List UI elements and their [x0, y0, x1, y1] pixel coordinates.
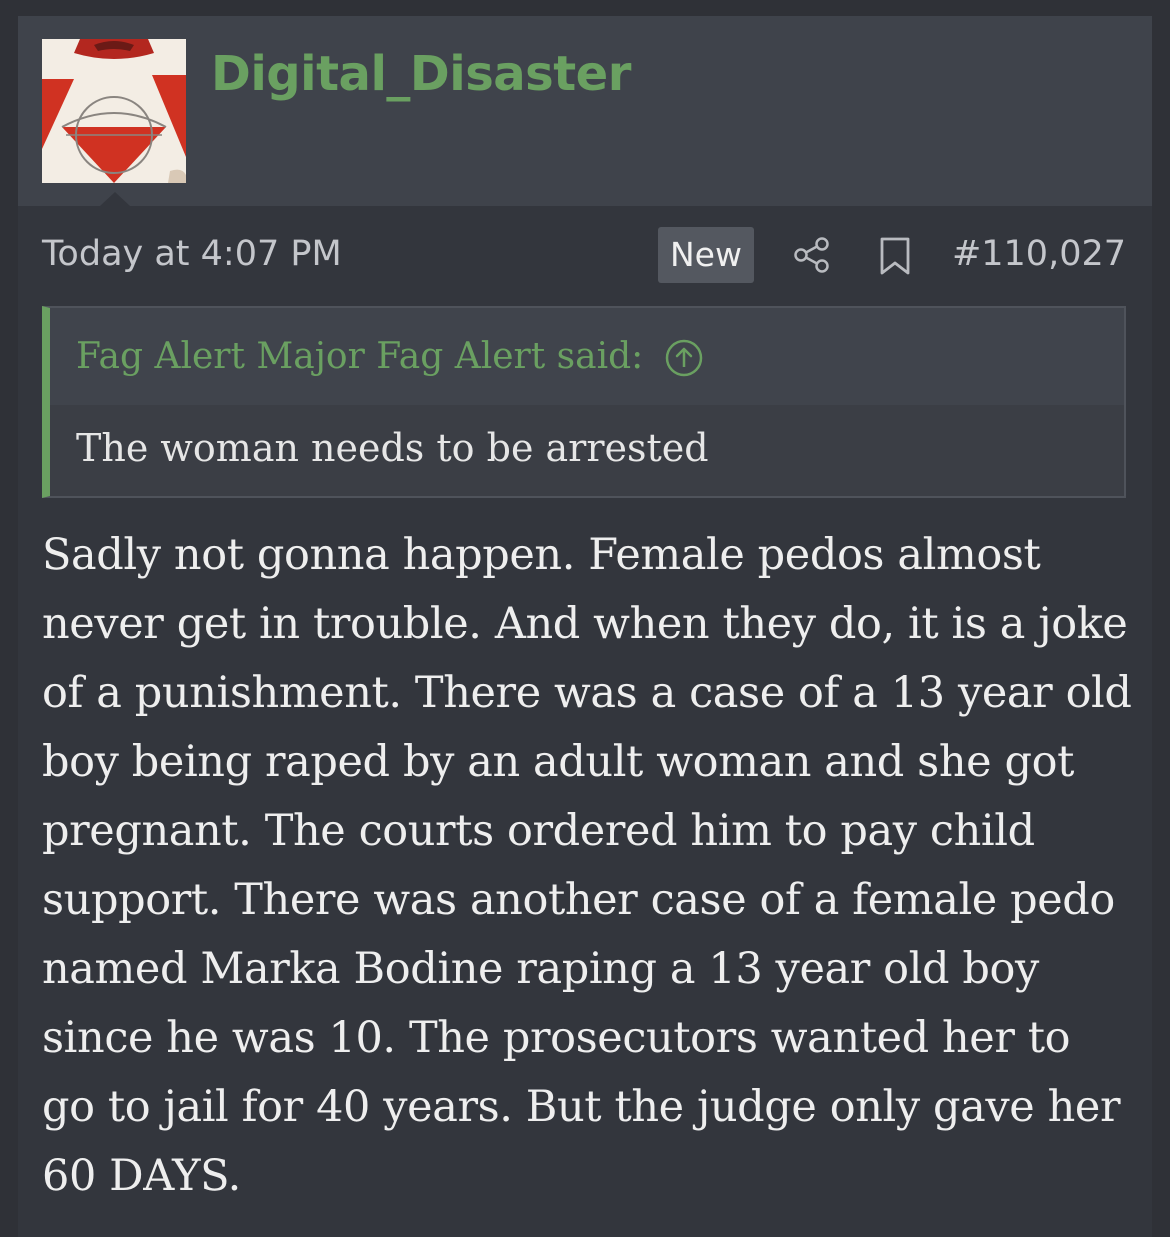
quote-text: The woman needs to be arrested	[76, 426, 709, 470]
post-meta-row: Today at 4:07 PM New #110,027	[18, 206, 1152, 306]
forum-post: Digital_Disaster Today at 4:07 PM New #1…	[18, 16, 1152, 1237]
quote-block: Fag Alert Major Fag Alert said: The woma…	[42, 306, 1126, 498]
quote-author-link[interactable]: Fag Alert Major Fag Alert said:	[76, 336, 643, 377]
bookmark-icon[interactable]	[878, 236, 912, 276]
arrow-up-circle-icon[interactable]	[664, 338, 704, 378]
post-user-header: Digital_Disaster	[18, 16, 1152, 206]
post-message: Sadly not gonna happen. Female pedos alm…	[42, 530, 1132, 1201]
username-link[interactable]: Digital_Disaster	[211, 46, 631, 102]
avatar[interactable]	[42, 39, 186, 183]
quote-header: Fag Alert Major Fag Alert said:	[50, 308, 1124, 405]
avatar-image	[42, 39, 186, 183]
post-timestamp[interactable]: Today at 4:07 PM	[42, 234, 342, 274]
share-icon[interactable]	[793, 236, 831, 274]
post-number-link[interactable]: #110,027	[952, 234, 1126, 274]
header-arrow-notch	[100, 192, 130, 206]
new-badge: New	[658, 227, 754, 283]
